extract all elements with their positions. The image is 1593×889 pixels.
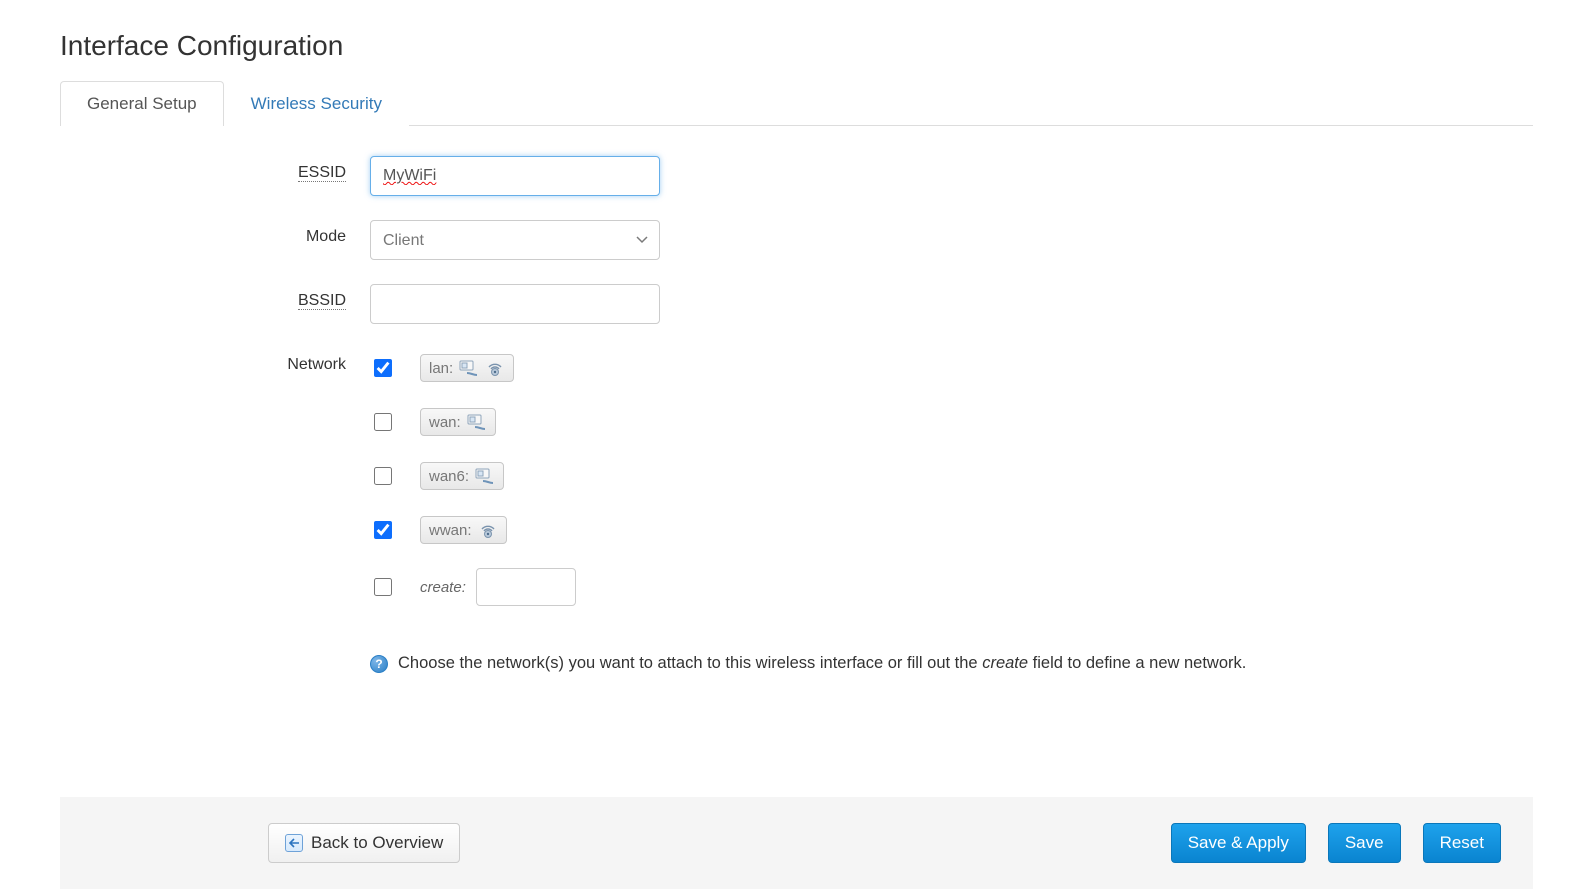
network-create-label: create:	[420, 579, 466, 596]
network-badge: wan6:	[420, 462, 504, 490]
essid-input[interactable]	[370, 156, 660, 196]
network-row: wwan:	[370, 514, 1246, 546]
ethernet-port-icon	[467, 413, 487, 431]
network-badge-label: lan:	[429, 360, 453, 377]
network-checkbox-wan6[interactable]	[374, 467, 392, 485]
back-to-overview-button[interactable]: Back to Overview	[268, 823, 460, 863]
page-title: Interface Configuration	[60, 30, 1533, 62]
network-checkbox-wan[interactable]	[374, 413, 392, 431]
mode-select[interactable]: Client	[370, 220, 660, 260]
back-to-overview-label: Back to Overview	[311, 833, 443, 853]
wifi-antenna-icon	[485, 359, 505, 377]
tabbar: General Setup Wireless Security	[60, 80, 1533, 126]
label-network: Network	[287, 356, 346, 373]
arrow-left-icon	[285, 834, 303, 852]
footer-bar: Back to Overview Save & Apply Save Reset	[60, 797, 1533, 889]
network-create-input[interactable]	[476, 568, 576, 606]
network-row-create: create:	[370, 568, 1246, 606]
network-badge-label: wwan:	[429, 522, 472, 539]
help-icon: ?	[370, 655, 388, 673]
ethernet-port-icon	[459, 359, 479, 377]
network-badge: wwan:	[420, 516, 507, 544]
wifi-antenna-icon	[478, 521, 498, 539]
tab-wireless-security[interactable]: Wireless Security	[224, 81, 409, 126]
network-checkbox-create[interactable]	[374, 578, 392, 596]
network-badge: wan:	[420, 408, 496, 436]
bssid-input[interactable]	[370, 284, 660, 324]
label-essid: ESSID	[298, 164, 346, 182]
network-help-text: ? Choose the network(s) you want to attac…	[370, 654, 1246, 673]
save-button[interactable]: Save	[1328, 823, 1401, 863]
tab-general-setup[interactable]: General Setup	[60, 81, 224, 126]
reset-button[interactable]: Reset	[1423, 823, 1501, 863]
network-options: lan: wan: wan6: wwan: create:? Choose the net…	[370, 348, 1246, 673]
network-help-text-content: Choose the network(s) you want to attach…	[398, 654, 1246, 673]
network-badge-label: wan:	[429, 414, 461, 431]
label-mode: Mode	[306, 228, 346, 245]
network-checkbox-wwan[interactable]	[374, 521, 392, 539]
network-badge-label: wan6:	[429, 468, 469, 485]
label-bssid: BSSID	[298, 292, 346, 310]
network-checkbox-lan[interactable]	[374, 359, 392, 377]
network-row: wan:	[370, 406, 1246, 438]
network-row: wan6:	[370, 460, 1246, 492]
save-and-apply-button[interactable]: Save & Apply	[1171, 823, 1306, 863]
network-badge: lan:	[420, 354, 514, 382]
ethernet-port-icon	[475, 467, 495, 485]
network-row: lan:	[370, 352, 1246, 384]
